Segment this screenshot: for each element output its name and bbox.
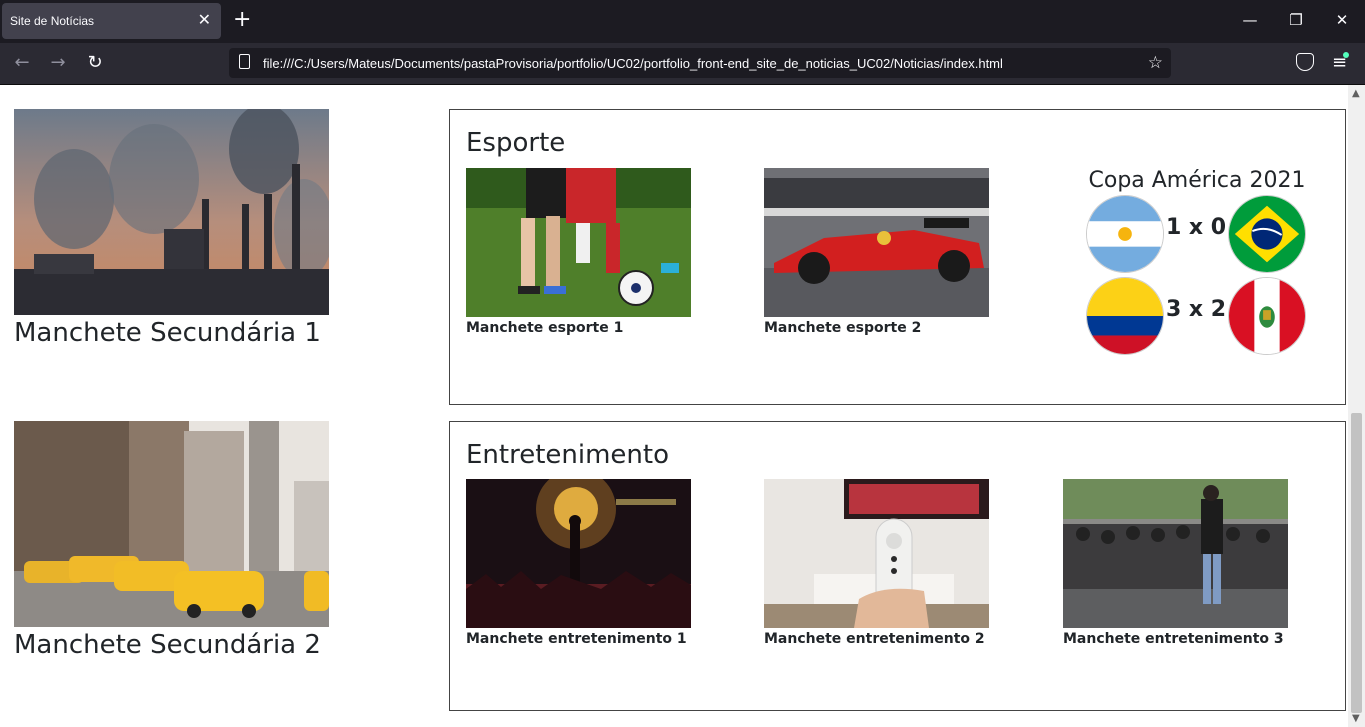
- match-row-1: 1 x 0: [1086, 195, 1308, 275]
- colombia-flag: [1086, 277, 1164, 355]
- url-text[interactable]: file:///C:/Users/Mateus/Documents/pastaP…: [263, 56, 1003, 71]
- new-york-taxis-photo[interactable]: [14, 421, 329, 627]
- scrollbar-thumb[interactable]: [1351, 413, 1362, 713]
- secondary-headline-1[interactable]: Manchete Secundária 1: [14, 318, 329, 348]
- page-viewport: Manchete Secundária 1 Manchete Secundári…: [0, 85, 1348, 727]
- address-bar[interactable]: file:///C:/Users/Mateus/Documents/pastaP…: [229, 48, 1171, 78]
- entertainment-caption-2[interactable]: Manchete entretenimento 2: [764, 631, 989, 647]
- close-window-button[interactable]: ✕: [1332, 10, 1352, 30]
- page-scrollbar[interactable]: ▲ ▼: [1348, 85, 1365, 727]
- entertainment-section: Entretenimento Manchete entretenimento 1: [449, 421, 1346, 711]
- entertainment-caption-1[interactable]: Manchete entretenimento 1: [466, 631, 691, 647]
- secondary-news-1[interactable]: Manchete Secundária 1: [14, 109, 329, 348]
- brazil-flag: [1228, 195, 1306, 273]
- match-score-1: 1 x 0: [1165, 215, 1227, 240]
- copa-title: Copa América 2021: [1088, 168, 1306, 193]
- new-tab-button[interactable]: +: [233, 8, 251, 32]
- browser-titlebar: Site de Notícias ✕ + — ❐ ✕: [0, 0, 1365, 43]
- forward-button[interactable]: →: [48, 53, 68, 73]
- sports-section-title: Esporte: [466, 128, 566, 158]
- sports-section: Esporte Manchete esporte 1 Manchete espo…: [449, 109, 1346, 405]
- page-icon: [239, 54, 250, 69]
- copa-america-widget: Copa América 2021 1 x 0 3 x 2: [1086, 168, 1308, 357]
- secondary-headline-2[interactable]: Manchete Secundária 2: [14, 630, 329, 660]
- fashion-photographers-photo[interactable]: [1063, 479, 1288, 628]
- factory-smokestacks-photo[interactable]: [14, 109, 329, 315]
- argentina-flag: [1086, 195, 1164, 273]
- entertainment-card-2[interactable]: Manchete entretenimento 2: [764, 479, 989, 647]
- update-indicator-icon: [1343, 52, 1349, 58]
- tab-title: Site de Notícias: [10, 14, 95, 28]
- browser-tab[interactable]: Site de Notícias ✕: [2, 3, 221, 39]
- entertainment-card-3[interactable]: Manchete entretenimento 3: [1063, 479, 1288, 647]
- secondary-news-2[interactable]: Manchete Secundária 2: [14, 421, 329, 660]
- concert-crowd-photo[interactable]: [466, 479, 691, 628]
- scroll-up-icon[interactable]: ▲: [1352, 88, 1360, 99]
- close-tab-icon[interactable]: ✕: [198, 11, 211, 29]
- soccer-players-photo[interactable]: [466, 168, 691, 317]
- peru-flag: [1228, 277, 1306, 355]
- maximize-button[interactable]: ❐: [1286, 10, 1306, 30]
- sports-caption-1[interactable]: Manchete esporte 1: [466, 320, 691, 336]
- star-icon[interactable]: ☆: [1148, 53, 1163, 73]
- scroll-down-icon[interactable]: ▼: [1352, 713, 1360, 724]
- reload-button[interactable]: ↻: [85, 53, 105, 73]
- entertainment-section-title: Entretenimento: [466, 440, 670, 470]
- sports-card-1[interactable]: Manchete esporte 1: [466, 168, 691, 336]
- back-button[interactable]: ←: [12, 53, 32, 73]
- sports-caption-2[interactable]: Manchete esporte 2: [764, 320, 989, 336]
- sports-card-2[interactable]: Manchete esporte 2: [764, 168, 989, 336]
- entertainment-caption-3[interactable]: Manchete entretenimento 3: [1063, 631, 1288, 647]
- match-score-2: 3 x 2: [1165, 297, 1227, 322]
- match-row-2: 3 x 2: [1086, 277, 1308, 357]
- pocket-icon[interactable]: [1296, 53, 1314, 71]
- entertainment-card-1[interactable]: Manchete entretenimento 1: [466, 479, 691, 647]
- tv-remote-photo[interactable]: [764, 479, 989, 628]
- minimize-button[interactable]: —: [1240, 10, 1260, 30]
- formula1-car-photo[interactable]: [764, 168, 989, 317]
- browser-toolbar: ← → ↻ file:///C:/Users/Mateus/Documents/…: [0, 43, 1365, 85]
